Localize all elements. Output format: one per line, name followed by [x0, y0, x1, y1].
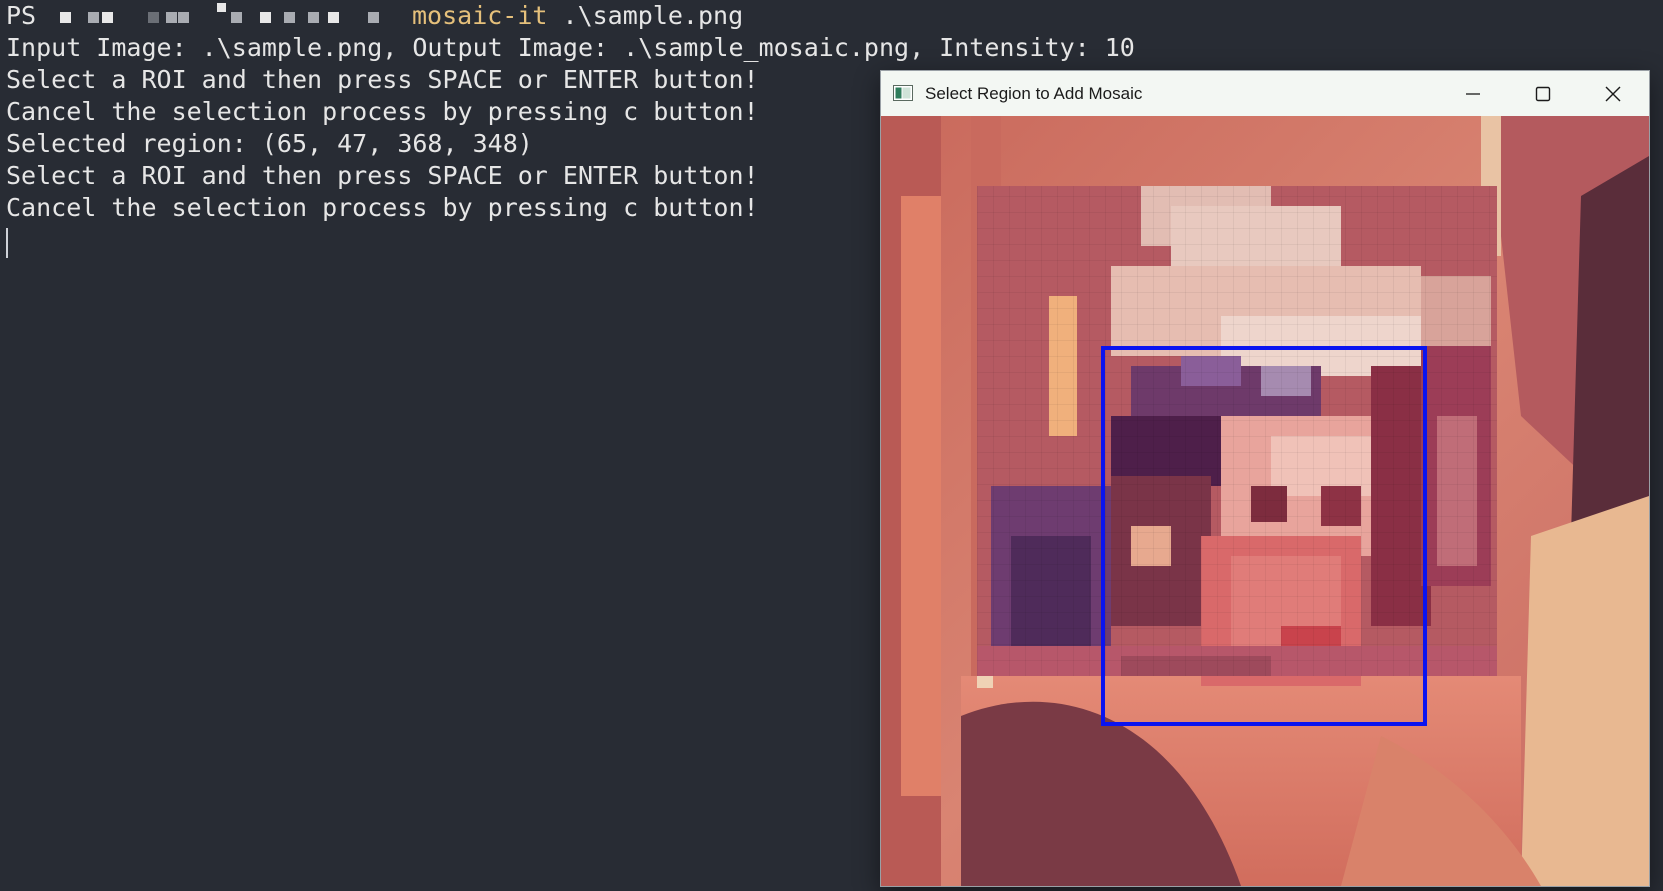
- roi-window[interactable]: Select Region to Add Mosaic: [880, 70, 1650, 887]
- maximize-icon: [1535, 86, 1551, 101]
- output-line-6: Cancel the selection process by pressing…: [6, 193, 759, 222]
- output-line-1: Input Image: .\sample.png, Output Image:…: [6, 33, 1135, 62]
- window-titlebar[interactable]: Select Region to Add Mosaic: [881, 71, 1649, 116]
- output-line-5: Select a ROI and then press SPACE or ENT…: [6, 161, 759, 190]
- maximize-button[interactable]: [1508, 71, 1578, 116]
- app-window-icon: [893, 85, 913, 101]
- text-cursor: [6, 228, 8, 258]
- window-title: Select Region to Add Mosaic: [925, 84, 1143, 103]
- output-line-4: Selected region: (65, 47, 368, 348): [6, 129, 533, 158]
- output-line-3: Cancel the selection process by pressing…: [6, 97, 759, 126]
- minimize-button[interactable]: [1438, 71, 1508, 116]
- image-canvas[interactable]: [881, 116, 1649, 886]
- prompt-prefix: PS: [6, 1, 37, 30]
- command-name: mosaic-it: [412, 1, 548, 30]
- close-icon: [1605, 86, 1621, 101]
- close-button[interactable]: [1578, 71, 1648, 116]
- command-args: .\sample.png: [547, 1, 744, 30]
- output-line-2: Select a ROI and then press SPACE or ENT…: [6, 65, 759, 94]
- prompt-line: PS: [6, 0, 36, 32]
- minimize-icon: [1466, 92, 1480, 95]
- roi-selection-rectangle[interactable]: [1101, 346, 1427, 726]
- command-line: mosaic-it .\sample.png: [412, 0, 743, 32]
